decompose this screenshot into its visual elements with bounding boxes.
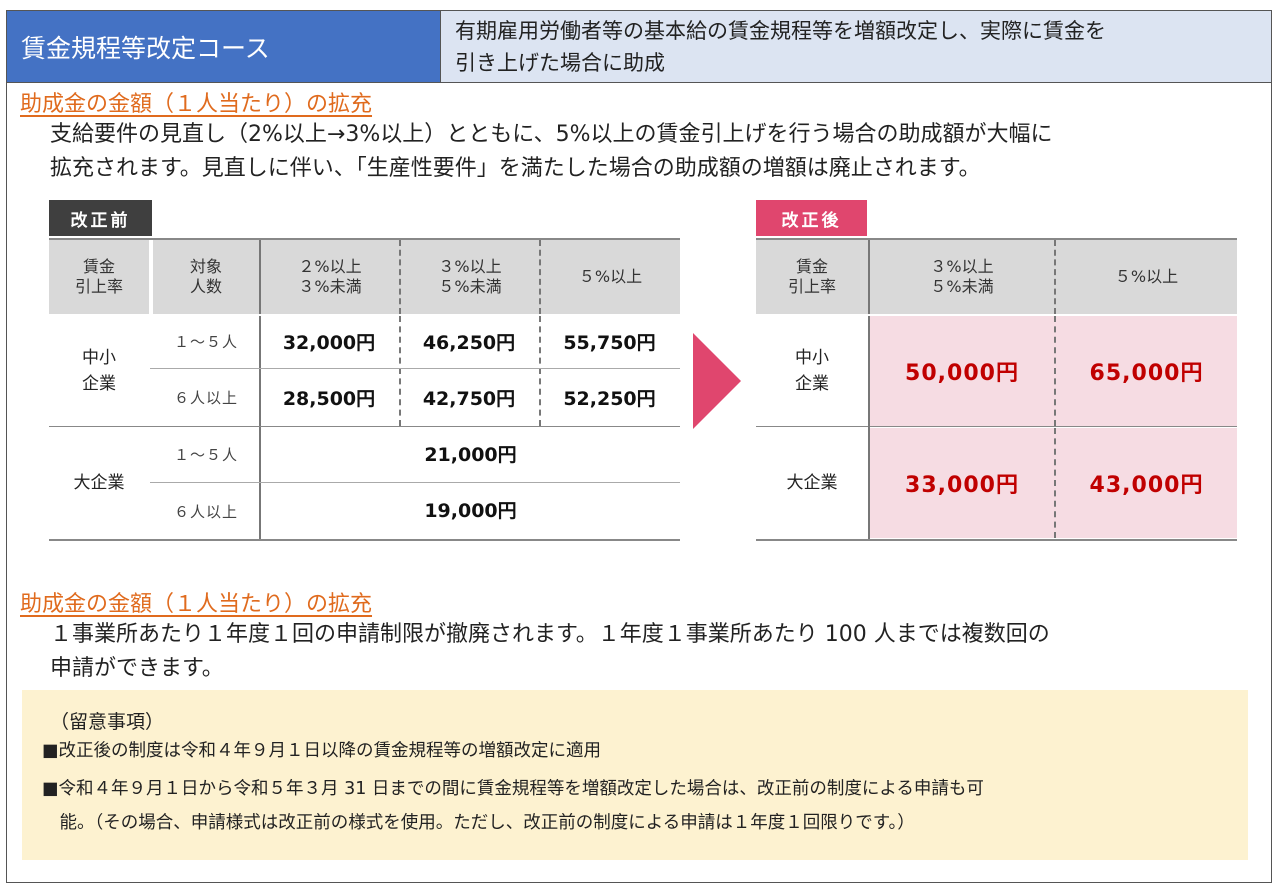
notes-item1: ■改正後の制度は令和４年９月１日以降の賃金規程等の増額改定に適用: [42, 741, 602, 761]
before-header-count: 対象 人数: [153, 240, 259, 314]
before-large-mid-line: [150, 482, 680, 483]
course-title: 賃金規程等改定コース: [7, 11, 441, 83]
before-sme-small-c3: 55,750円: [563, 331, 656, 354]
before-sme-label: 中小 企業: [82, 348, 116, 394]
after-col-line: [868, 316, 870, 540]
before-sme-large-c2: 42,750円: [422, 387, 516, 410]
notes-item2-line1: ■令和４年９月１日から令和５年３月 31 日までの間に賃金規程等を増額改定した場…: [42, 779, 984, 799]
before-large-size-small: １～５人: [173, 445, 238, 464]
before-sme-size-small: １～５人: [173, 332, 238, 351]
before-sme-mid-line: [150, 368, 680, 369]
after-bottom-border: [756, 539, 1237, 541]
after-sme-label: 中小 企業: [795, 348, 829, 394]
after-header-c2: ５%以上: [1054, 240, 1237, 314]
arrow-right-icon: [693, 333, 741, 429]
before-large-size-large: ６人以上: [173, 502, 238, 521]
after-sme-c1: 50,000円: [870, 316, 1054, 426]
before-header-c2: ３%以上 ５%未満: [399, 240, 539, 314]
course-description: 有期雇用労働者等の基本給の賃金規程等を増額改定し、実際に賃金を 引き上げた場合に…: [441, 11, 1271, 83]
after-large-label: 大企業: [786, 473, 838, 493]
before-header-c1: ２%以上 ３%未満: [259, 240, 399, 314]
after-large-c1: 33,000円: [870, 428, 1054, 538]
before-col-dash2: [539, 316, 541, 426]
after-sme-c2: 65,000円: [1054, 316, 1237, 426]
before-header-c3: ５%以上: [539, 240, 680, 314]
section2-heading: 助成金の金額（１人当たり）の拡充: [20, 592, 373, 617]
after-mid-divider: [756, 426, 1237, 427]
section2-line2: 申請ができます。: [50, 656, 224, 681]
course-description-line2: 引き上げた場合に助成: [455, 51, 665, 75]
notes-box: （留意事項） ■改正後の制度は令和４年９月１日以降の賃金規程等の増額改定に適用 …: [22, 690, 1248, 860]
before-sme-size-large: ６人以上: [173, 388, 238, 407]
section2-line1: １事業所あたり１年度１回の申請制限が撤廃されます。１年度１事業所あたり 100 …: [50, 622, 1050, 647]
before-sme-large-c3: 52,250円: [563, 387, 656, 410]
before-col-dash1: [399, 316, 401, 426]
before-tag: 改正前: [49, 200, 152, 236]
after-header-c1: ３%以上 ５%未満: [868, 240, 1054, 314]
before-header-rate: 賃金 引上率: [49, 240, 149, 314]
before-sme-large-c1: 28,500円: [282, 387, 376, 410]
after-large-c2: 43,000円: [1054, 428, 1237, 538]
before-sme-large-divider: [49, 426, 680, 427]
after-header-rate: 賃金 引上率: [756, 240, 868, 314]
notes-title: （留意事項）: [50, 711, 165, 733]
course-description-line1: 有期雇用労働者等の基本給の賃金規程等を増額改定し、実際に賃金を: [455, 19, 1106, 43]
section1-line1: 支給要件の見直し（2%以上→3%以上）とともに、5%以上の賃金引上げを行う場合の…: [50, 122, 1053, 147]
before-large-large-amount: 19,000円: [424, 499, 517, 522]
before-sme-small-c2: 46,250円: [422, 331, 516, 354]
before-large-small-amount: 21,000円: [424, 443, 517, 466]
after-tag: 改正後: [756, 200, 867, 236]
section2-text: １事業所あたり１年度１回の申請制限が撤廃されます。１年度１事業所あたり 100 …: [50, 618, 1260, 686]
section1-text: 支給要件の見直し（2%以上→3%以上）とともに、5%以上の賃金引上げを行う場合の…: [50, 118, 1260, 186]
section1-heading: 助成金の金額（１人当たり）の拡充: [20, 92, 373, 117]
before-sme-small-c1: 32,000円: [282, 331, 376, 354]
before-large-label: 大企業: [73, 473, 125, 493]
before-bottom-border: [49, 539, 680, 541]
notes-item2-line2: 能。（その場合、申請様式は改正前の様式を使用。ただし、改正前の制度による申請は１…: [42, 813, 915, 833]
section1-line2: 拡充されます。見直しに伴い、「生産性要件」を満たした場合の助成額の増額は廃止され…: [50, 156, 981, 181]
